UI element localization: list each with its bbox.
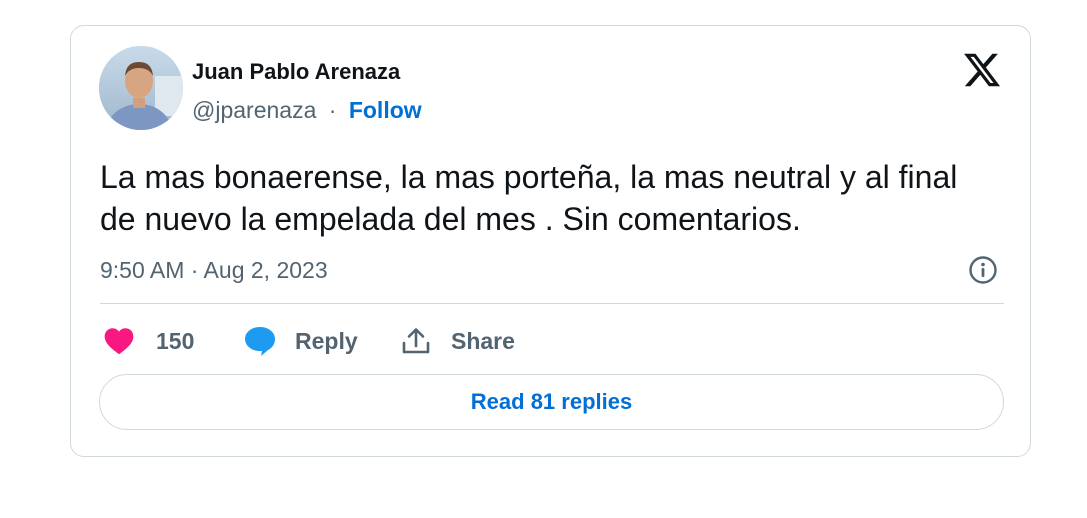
- author-handle-row: @jparenaza · Follow: [192, 97, 422, 124]
- speech-bubble-icon: [245, 327, 275, 356]
- like-button[interactable]: 150: [104, 324, 194, 358]
- follow-button[interactable]: Follow: [349, 97, 422, 123]
- share-icon: [402, 328, 430, 354]
- avatar[interactable]: [99, 46, 183, 130]
- reply-button[interactable]: Reply: [243, 324, 358, 358]
- read-replies-button[interactable]: Read 81 replies: [99, 374, 1004, 430]
- tweet-text: La mas bonaerense, la mas porteña, la ma…: [100, 159, 958, 237]
- author-handle[interactable]: @jparenaza: [192, 97, 316, 123]
- divider: [100, 303, 1004, 304]
- like-count: 150: [156, 327, 195, 354]
- x-logo-icon[interactable]: [961, 50, 1003, 90]
- tweet-card: Juan Pablo Arenaza @jparenaza · Follow L…: [70, 25, 1031, 457]
- share-button[interactable]: Share: [400, 324, 515, 358]
- separator-dot: ·: [328, 97, 337, 123]
- tweet-timestamp[interactable]: 9:50 AM · Aug 2, 2023: [100, 257, 328, 284]
- share-label: Share: [451, 327, 515, 354]
- info-icon[interactable]: [967, 254, 999, 286]
- reply-label: Reply: [295, 327, 358, 354]
- heart-icon: [104, 328, 134, 355]
- author-name[interactable]: Juan Pablo Arenaza: [192, 59, 400, 85]
